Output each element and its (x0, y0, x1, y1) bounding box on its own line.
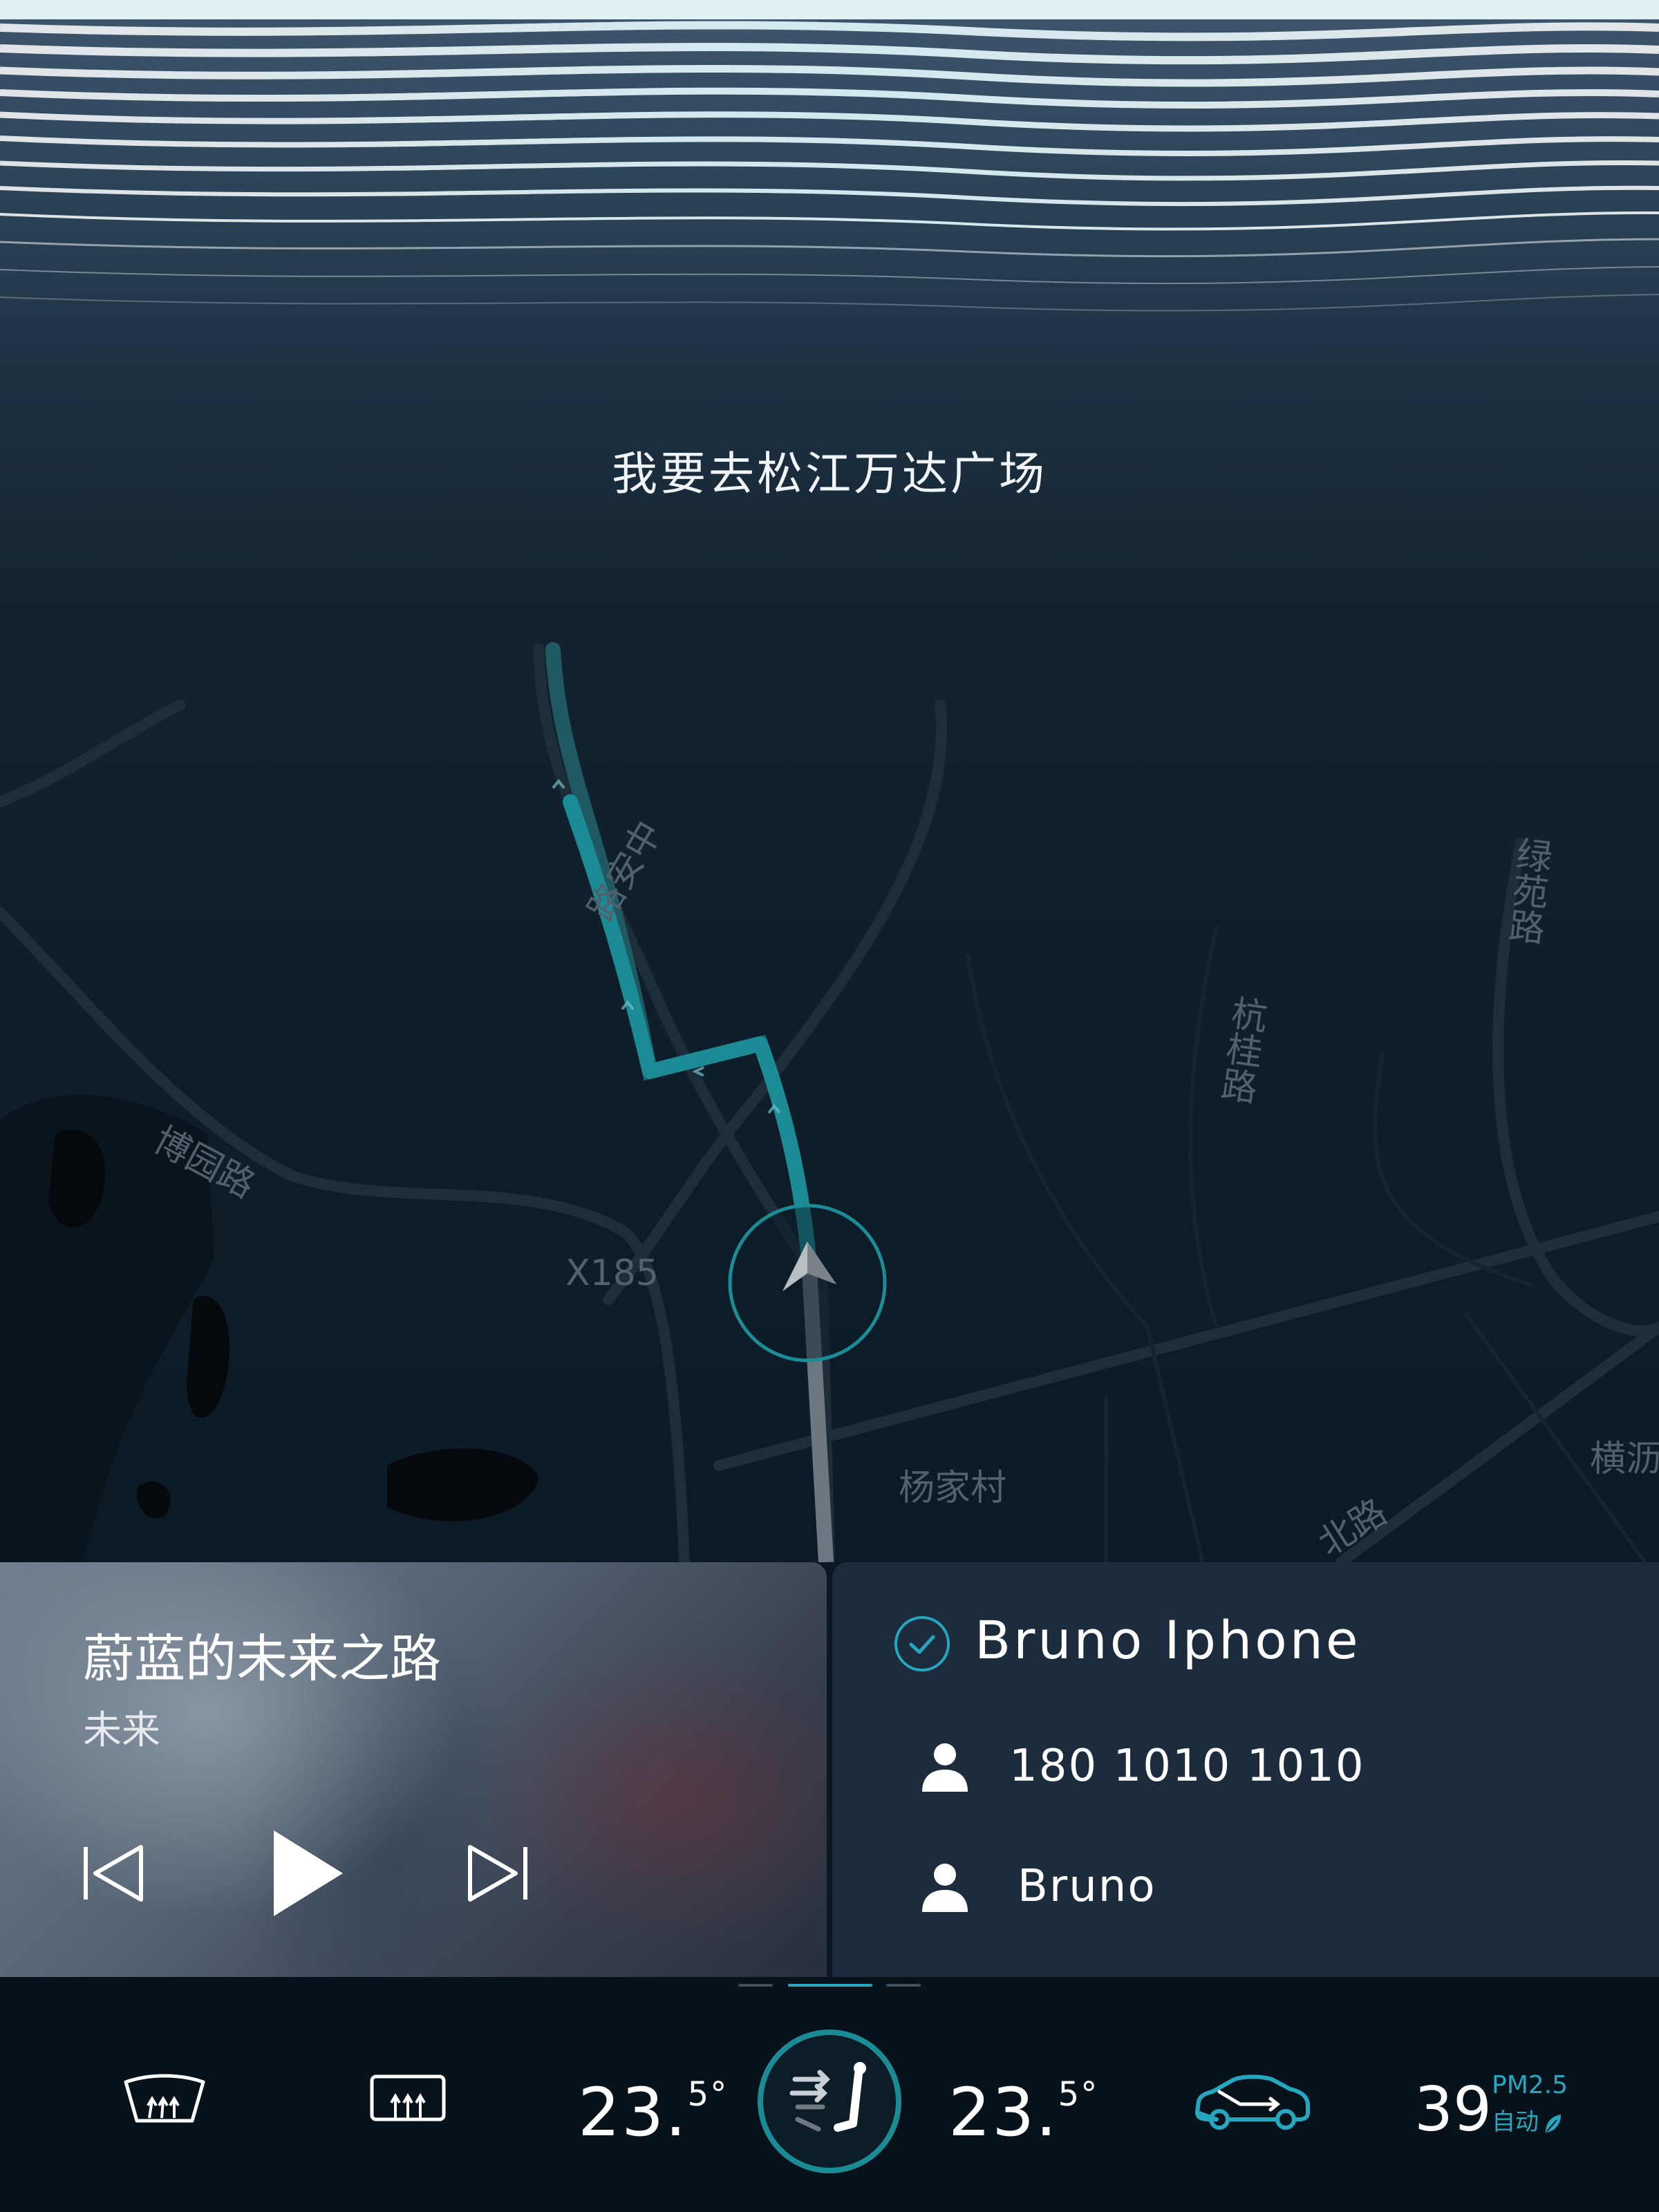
contact-phone-number: 180 1010 1010 (1009, 1741, 1365, 1792)
person-icon (922, 1864, 968, 1912)
voice-assistant-area: 我要去松江万达广场 (0, 0, 1659, 622)
map-label-x185: X185 (565, 1253, 659, 1294)
page-dot-active[interactable] (788, 1984, 872, 1987)
right-temp-decimal: 5° (1058, 2075, 1099, 2114)
left-temp-value: 23. (578, 2074, 688, 2151)
play-icon[interactable] (267, 1825, 350, 1922)
song-title: 蔚蓝的未来之路 (83, 1629, 441, 1689)
page-dot[interactable] (738, 1984, 773, 1987)
left-temperature[interactable]: 23.5° (578, 2074, 728, 2151)
right-temp-value: 23. (948, 2074, 1058, 2151)
seat-airflow-icon[interactable] (755, 2027, 904, 2176)
air-quality-value: 39 (1414, 2074, 1492, 2145)
contact-row-name[interactable]: Bruno (912, 1848, 1604, 1924)
air-mode-text: 自动 (1492, 2108, 1539, 2136)
contact-name: Bruno (1018, 1861, 1156, 1912)
rear-defrost-icon[interactable] (368, 2072, 448, 2130)
previous-track-icon[interactable] (79, 1839, 148, 1908)
page-dot[interactable] (886, 1984, 921, 1987)
person-icon (922, 1743, 968, 1792)
navigation-map[interactable]: 博园路 X185 杨家村 杭桂路 绿苑路 北路 横沥 路安中 (0, 567, 1659, 1564)
map-canvas[interactable] (0, 567, 1659, 1562)
connected-check-icon (894, 1616, 950, 1671)
map-label-heng: 横沥 (1590, 1438, 1659, 1480)
air-quality-mode[interactable]: 自动 (1492, 2103, 1562, 2137)
voice-query-text: 我要去松江万达广场 (612, 447, 1047, 500)
car-air-circulation-icon[interactable] (1192, 2071, 1313, 2132)
song-artist: 未来 (83, 1708, 160, 1753)
next-track-icon[interactable] (463, 1839, 532, 1908)
right-temperature[interactable]: 23.5° (948, 2074, 1098, 2151)
phone-device-name: Bruno Iphone (975, 1609, 1361, 1671)
contact-row-number[interactable]: 180 1010 1010 (912, 1728, 1604, 1804)
page-indicator (738, 1983, 925, 1989)
front-defrost-icon[interactable] (122, 2072, 207, 2130)
voice-waveform (0, 0, 1659, 312)
air-quality-label: PM2.5 (1492, 2071, 1568, 2099)
map-label-yangjia-village: 杨家村 (899, 1468, 1007, 1509)
leaf-icon (1546, 2114, 1561, 2133)
left-temp-decimal: 5° (687, 2075, 729, 2114)
music-player-card[interactable]: 蔚蓝的未来之路 未来 (0, 1562, 827, 1977)
navigation-position-icon (728, 1203, 887, 1362)
